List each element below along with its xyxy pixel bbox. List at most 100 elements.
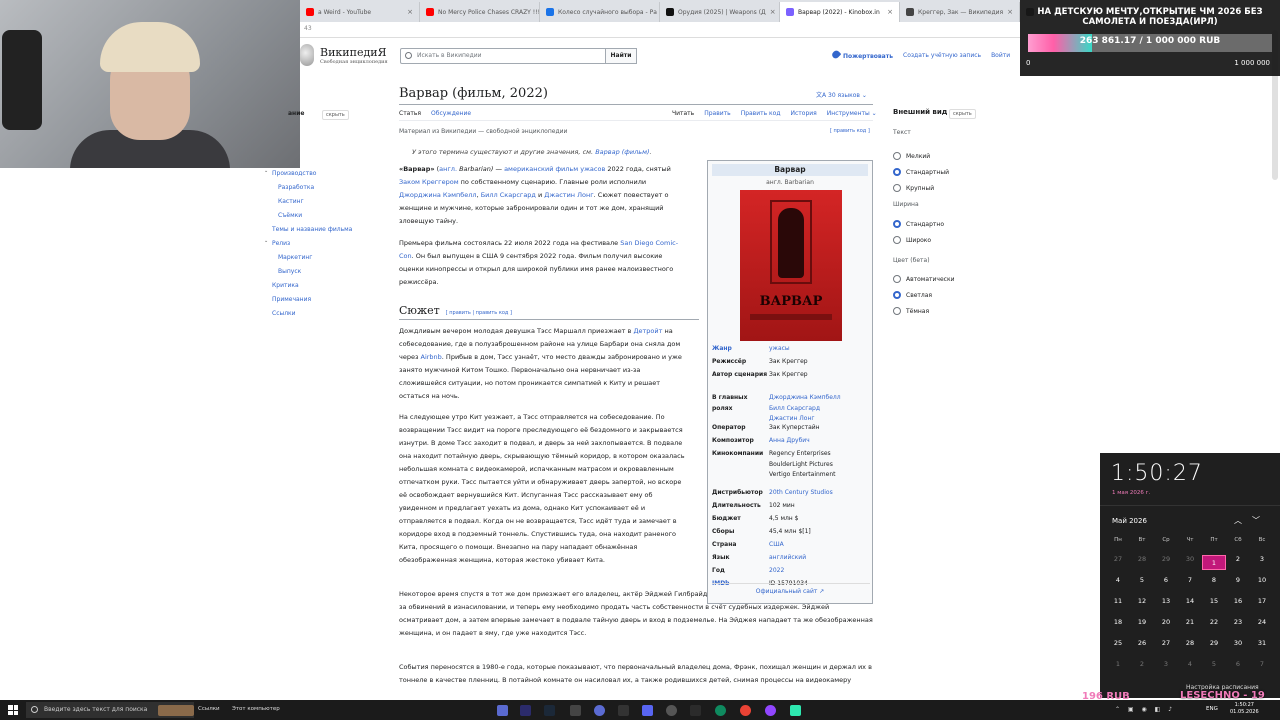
- calendar-day[interactable]: 17: [1250, 597, 1274, 605]
- link-english[interactable]: англ.: [439, 165, 457, 173]
- app-icon[interactable]: [790, 705, 801, 716]
- proton-vpn-icon[interactable]: [594, 705, 605, 716]
- radio-button[interactable]: [893, 291, 901, 299]
- calendar-day[interactable]: 10: [1250, 576, 1274, 584]
- browser-tab[interactable]: a Weird - YouTube ×: [300, 2, 420, 22]
- taskbar-this-pc[interactable]: Этот компьютер: [232, 706, 280, 712]
- search-highlight-image[interactable]: [158, 705, 194, 716]
- calendar-day[interactable]: 30: [1226, 639, 1250, 647]
- calendar-day[interactable]: 16: [1226, 597, 1250, 605]
- clock-date[interactable]: 1 мая 2026 г.: [1112, 490, 1150, 496]
- close-icon[interactable]: ×: [770, 8, 776, 16]
- infobox-value[interactable]: США: [769, 540, 870, 551]
- radio-button[interactable]: [893, 184, 901, 192]
- radio-button[interactable]: [893, 236, 901, 244]
- calendar-day[interactable]: 30: [1178, 555, 1202, 563]
- calendar-day[interactable]: 27: [1106, 555, 1130, 563]
- calendar-day[interactable]: 24: [1250, 618, 1274, 626]
- appearance-option[interactable]: Светлая: [893, 291, 932, 299]
- toc-hide-button[interactable]: скрыть: [322, 110, 349, 120]
- plot-edit-link[interactable]: [ править | править код ]: [446, 310, 512, 316]
- calendar-day[interactable]: 23: [1226, 618, 1250, 626]
- edit-code-link[interactable]: [ править код ]: [830, 128, 870, 134]
- calendar-day[interactable]: 3: [1250, 555, 1274, 563]
- toc-item[interactable]: Маркетинг: [278, 254, 312, 261]
- link-director[interactable]: Заком Креггером: [399, 178, 459, 186]
- calendar-day[interactable]: 12: [1130, 597, 1154, 605]
- close-icon[interactable]: ×: [887, 8, 893, 16]
- calendar-day[interactable]: 29: [1154, 555, 1178, 563]
- close-icon[interactable]: ×: [407, 8, 413, 16]
- task-view-icon[interactable]: [497, 705, 508, 716]
- calendar-month[interactable]: Май 2026: [1112, 517, 1147, 525]
- obs-icon[interactable]: [618, 705, 629, 716]
- calendar-day[interactable]: 31: [1250, 639, 1274, 647]
- radio-button[interactable]: [893, 152, 901, 160]
- steam-icon[interactable]: [544, 705, 555, 716]
- radio-button[interactable]: [893, 220, 901, 228]
- chrome-icon[interactable]: [740, 705, 751, 716]
- toc-item[interactable]: Разработка: [278, 184, 314, 191]
- calendar-day[interactable]: 19: [1130, 618, 1154, 626]
- calendar-day[interactable]: 7: [1250, 660, 1274, 668]
- close-icon[interactable]: ×: [1007, 8, 1013, 16]
- browser-tab[interactable]: Орудия (2025) | Weapons (Д ×: [660, 2, 780, 22]
- calendar-day[interactable]: 2: [1226, 555, 1250, 563]
- taskbar-clock[interactable]: 1:50:27 01.05.2026: [1230, 702, 1259, 716]
- donate-link[interactable]: Пожертвовать: [830, 49, 893, 60]
- calendar-day[interactable]: 3: [1154, 660, 1178, 668]
- login-link[interactable]: Войти: [991, 52, 1010, 59]
- calendar-day[interactable]: 1: [1202, 555, 1226, 570]
- infobox-key[interactable]: Жанр: [712, 344, 769, 355]
- calendar-day[interactable]: 5: [1202, 660, 1226, 668]
- calendar-day[interactable]: 8: [1202, 576, 1226, 584]
- calendar-day[interactable]: 6: [1154, 576, 1178, 584]
- system-tray[interactable]: ⌃ ▣ ◉ ◧ ♪: [1115, 706, 1175, 713]
- link-airbnb[interactable]: Airbnb: [421, 353, 442, 361]
- search-input[interactable]: Искать в Википедии: [400, 48, 606, 64]
- infobox-value[interactable]: ужасы: [769, 344, 870, 355]
- edge-icon[interactable]: [715, 705, 726, 716]
- toc-item[interactable]: Критика: [272, 282, 299, 289]
- search-button[interactable]: Найти: [605, 48, 637, 64]
- calendar-day[interactable]: 14: [1178, 597, 1202, 605]
- appearance-option[interactable]: Широко: [893, 236, 931, 244]
- calendar-day[interactable]: 1: [1106, 660, 1130, 668]
- link-actor-3[interactable]: Джастин Лонг: [544, 191, 593, 199]
- infobox-value[interactable]: 2022: [769, 566, 870, 577]
- calendar-day[interactable]: 7: [1178, 576, 1202, 584]
- toc-item[interactable]: Релиз: [272, 240, 290, 247]
- appearance-option[interactable]: Автоматически: [893, 275, 954, 283]
- discord-icon[interactable]: [642, 705, 653, 716]
- calendar-day[interactable]: 20: [1154, 618, 1178, 626]
- twitch-icon[interactable]: [765, 705, 776, 716]
- chevron-down-icon[interactable]: ⌄: [264, 168, 268, 174]
- radio-button[interactable]: [893, 307, 901, 315]
- chevron-down-icon[interactable]: ⌄: [264, 238, 268, 244]
- calendar-day[interactable]: 13: [1154, 597, 1178, 605]
- calendar-day[interactable]: 25: [1106, 639, 1130, 647]
- official-site-link[interactable]: Официальный сайт ↗: [708, 588, 872, 595]
- hatnote-link[interactable]: Варвар (фильм): [595, 148, 649, 156]
- appearance-option[interactable]: Мелкий: [893, 152, 930, 160]
- infobox-value[interactable]: английский: [769, 553, 870, 564]
- calendar-day[interactable]: 28: [1130, 555, 1154, 563]
- calendar-day[interactable]: 15: [1202, 597, 1226, 605]
- chevron-down-icon[interactable]: ﹀: [1252, 516, 1270, 525]
- toc-item[interactable]: Ссылки: [272, 310, 296, 317]
- appearance-option[interactable]: Стандартный: [893, 168, 949, 176]
- start-windows-icon[interactable]: [8, 705, 18, 715]
- infobox-value[interactable]: Джорджина Кэмпбелл Билл Скарсгард Джасти…: [769, 393, 870, 425]
- calendar-day[interactable]: 5: [1130, 576, 1154, 584]
- link-horror-film[interactable]: американский фильм ужасов: [504, 165, 605, 173]
- app-icon[interactable]: [570, 705, 581, 716]
- appearance-option[interactable]: Стандартно: [893, 220, 944, 228]
- settings-gear-icon[interactable]: [666, 705, 677, 716]
- calendar-day[interactable]: 26: [1130, 639, 1154, 647]
- infobox-value[interactable]: 20th Century Studios: [769, 488, 870, 499]
- calendar-day[interactable]: 2: [1130, 660, 1154, 668]
- language-button[interactable]: 文A 30 языков ⌄: [816, 90, 867, 99]
- premiere-icon[interactable]: [520, 705, 531, 716]
- browser-tab[interactable]: Креггер, Зак — Википедия ×: [900, 2, 1020, 22]
- toc-item[interactable]: Выпуск: [278, 268, 301, 275]
